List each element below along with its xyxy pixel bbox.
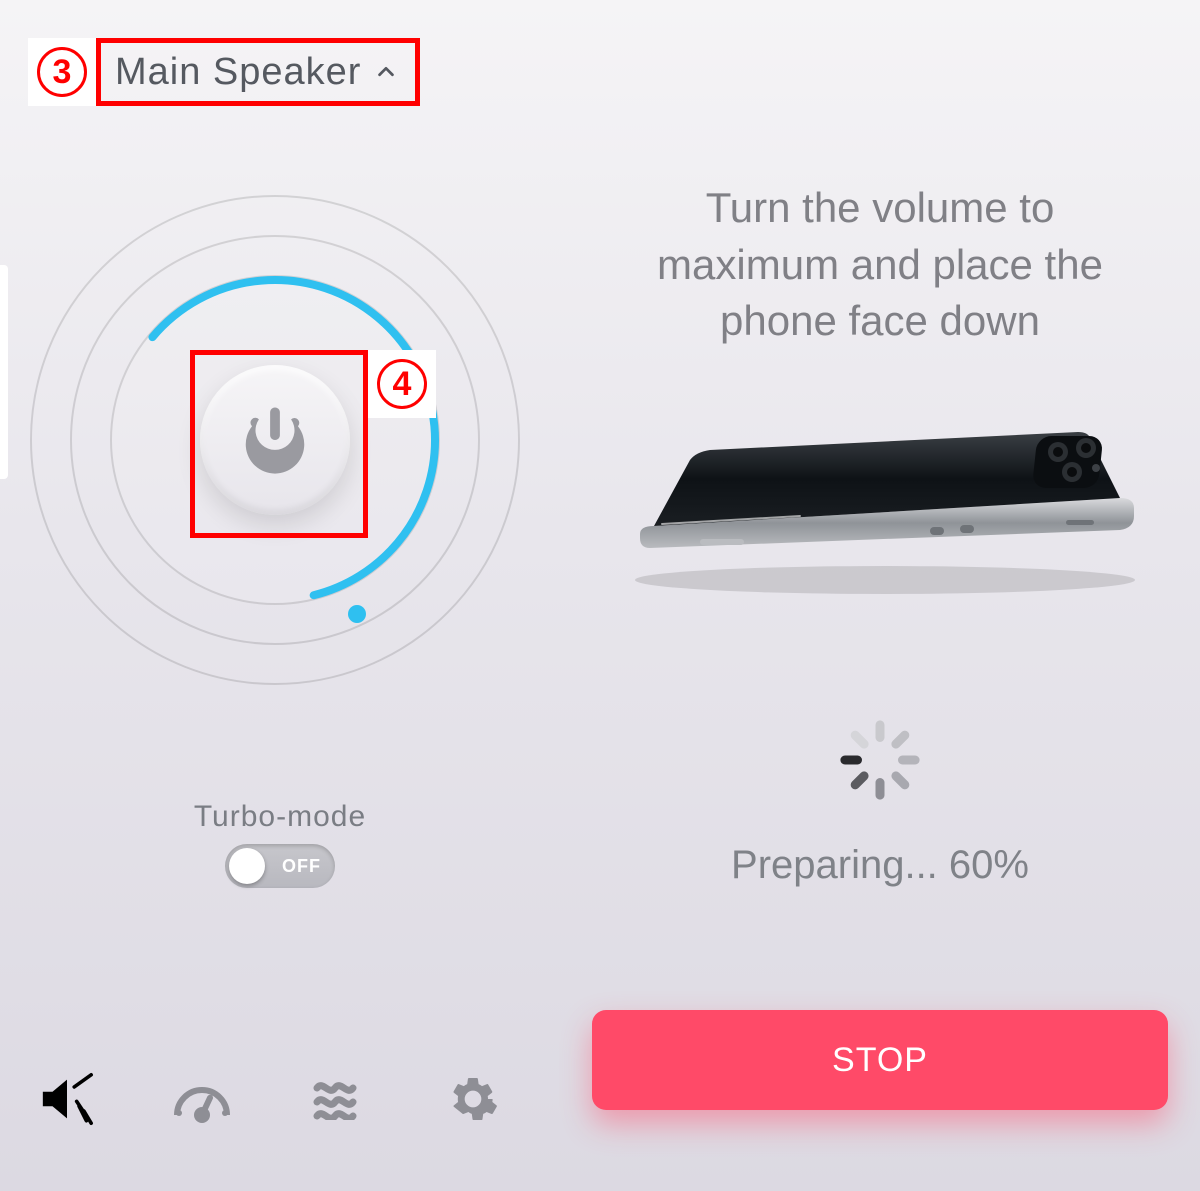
- status-text: Preparing... 60%: [560, 843, 1200, 888]
- turbo-mode-label: Turbo-mode: [0, 800, 560, 834]
- annotation-highlight-4: [190, 350, 368, 538]
- gear-icon: [448, 1074, 498, 1124]
- stop-button[interactable]: STOP: [592, 1010, 1168, 1110]
- loading-spinner-icon: [835, 715, 925, 805]
- tab-stereo-test[interactable]: [170, 1067, 234, 1131]
- speaker-selector-label: Main Speaker: [115, 51, 361, 94]
- annotation-marker-4: 4: [368, 350, 436, 418]
- progress-knob: [348, 605, 366, 623]
- toggle-state-text: OFF: [282, 856, 321, 877]
- gauge-icon: [171, 1075, 233, 1123]
- tab-speaker-clean[interactable]: [35, 1067, 99, 1131]
- annotation-number: 4: [377, 359, 427, 409]
- chevron-up-icon: [375, 61, 397, 83]
- speaker-selector-dropdown[interactable]: Main Speaker: [96, 38, 420, 106]
- wave-icon: [313, 1078, 363, 1120]
- tab-settings[interactable]: [441, 1067, 505, 1131]
- toggle-knob: [229, 848, 265, 884]
- phone-face-down-illustration: [620, 430, 1140, 595]
- tab-vibration[interactable]: [306, 1067, 370, 1131]
- turbo-mode-toggle[interactable]: OFF: [225, 844, 335, 888]
- speaker-clean-icon: [38, 1070, 96, 1128]
- bottom-tab-bar: [35, 1067, 505, 1131]
- window-edge-indicator: [0, 265, 8, 479]
- instruction-text: Turn the volume to maximum and place the…: [610, 180, 1150, 350]
- annotation-marker-3: 3: [28, 38, 96, 106]
- annotation-number: 3: [37, 47, 87, 97]
